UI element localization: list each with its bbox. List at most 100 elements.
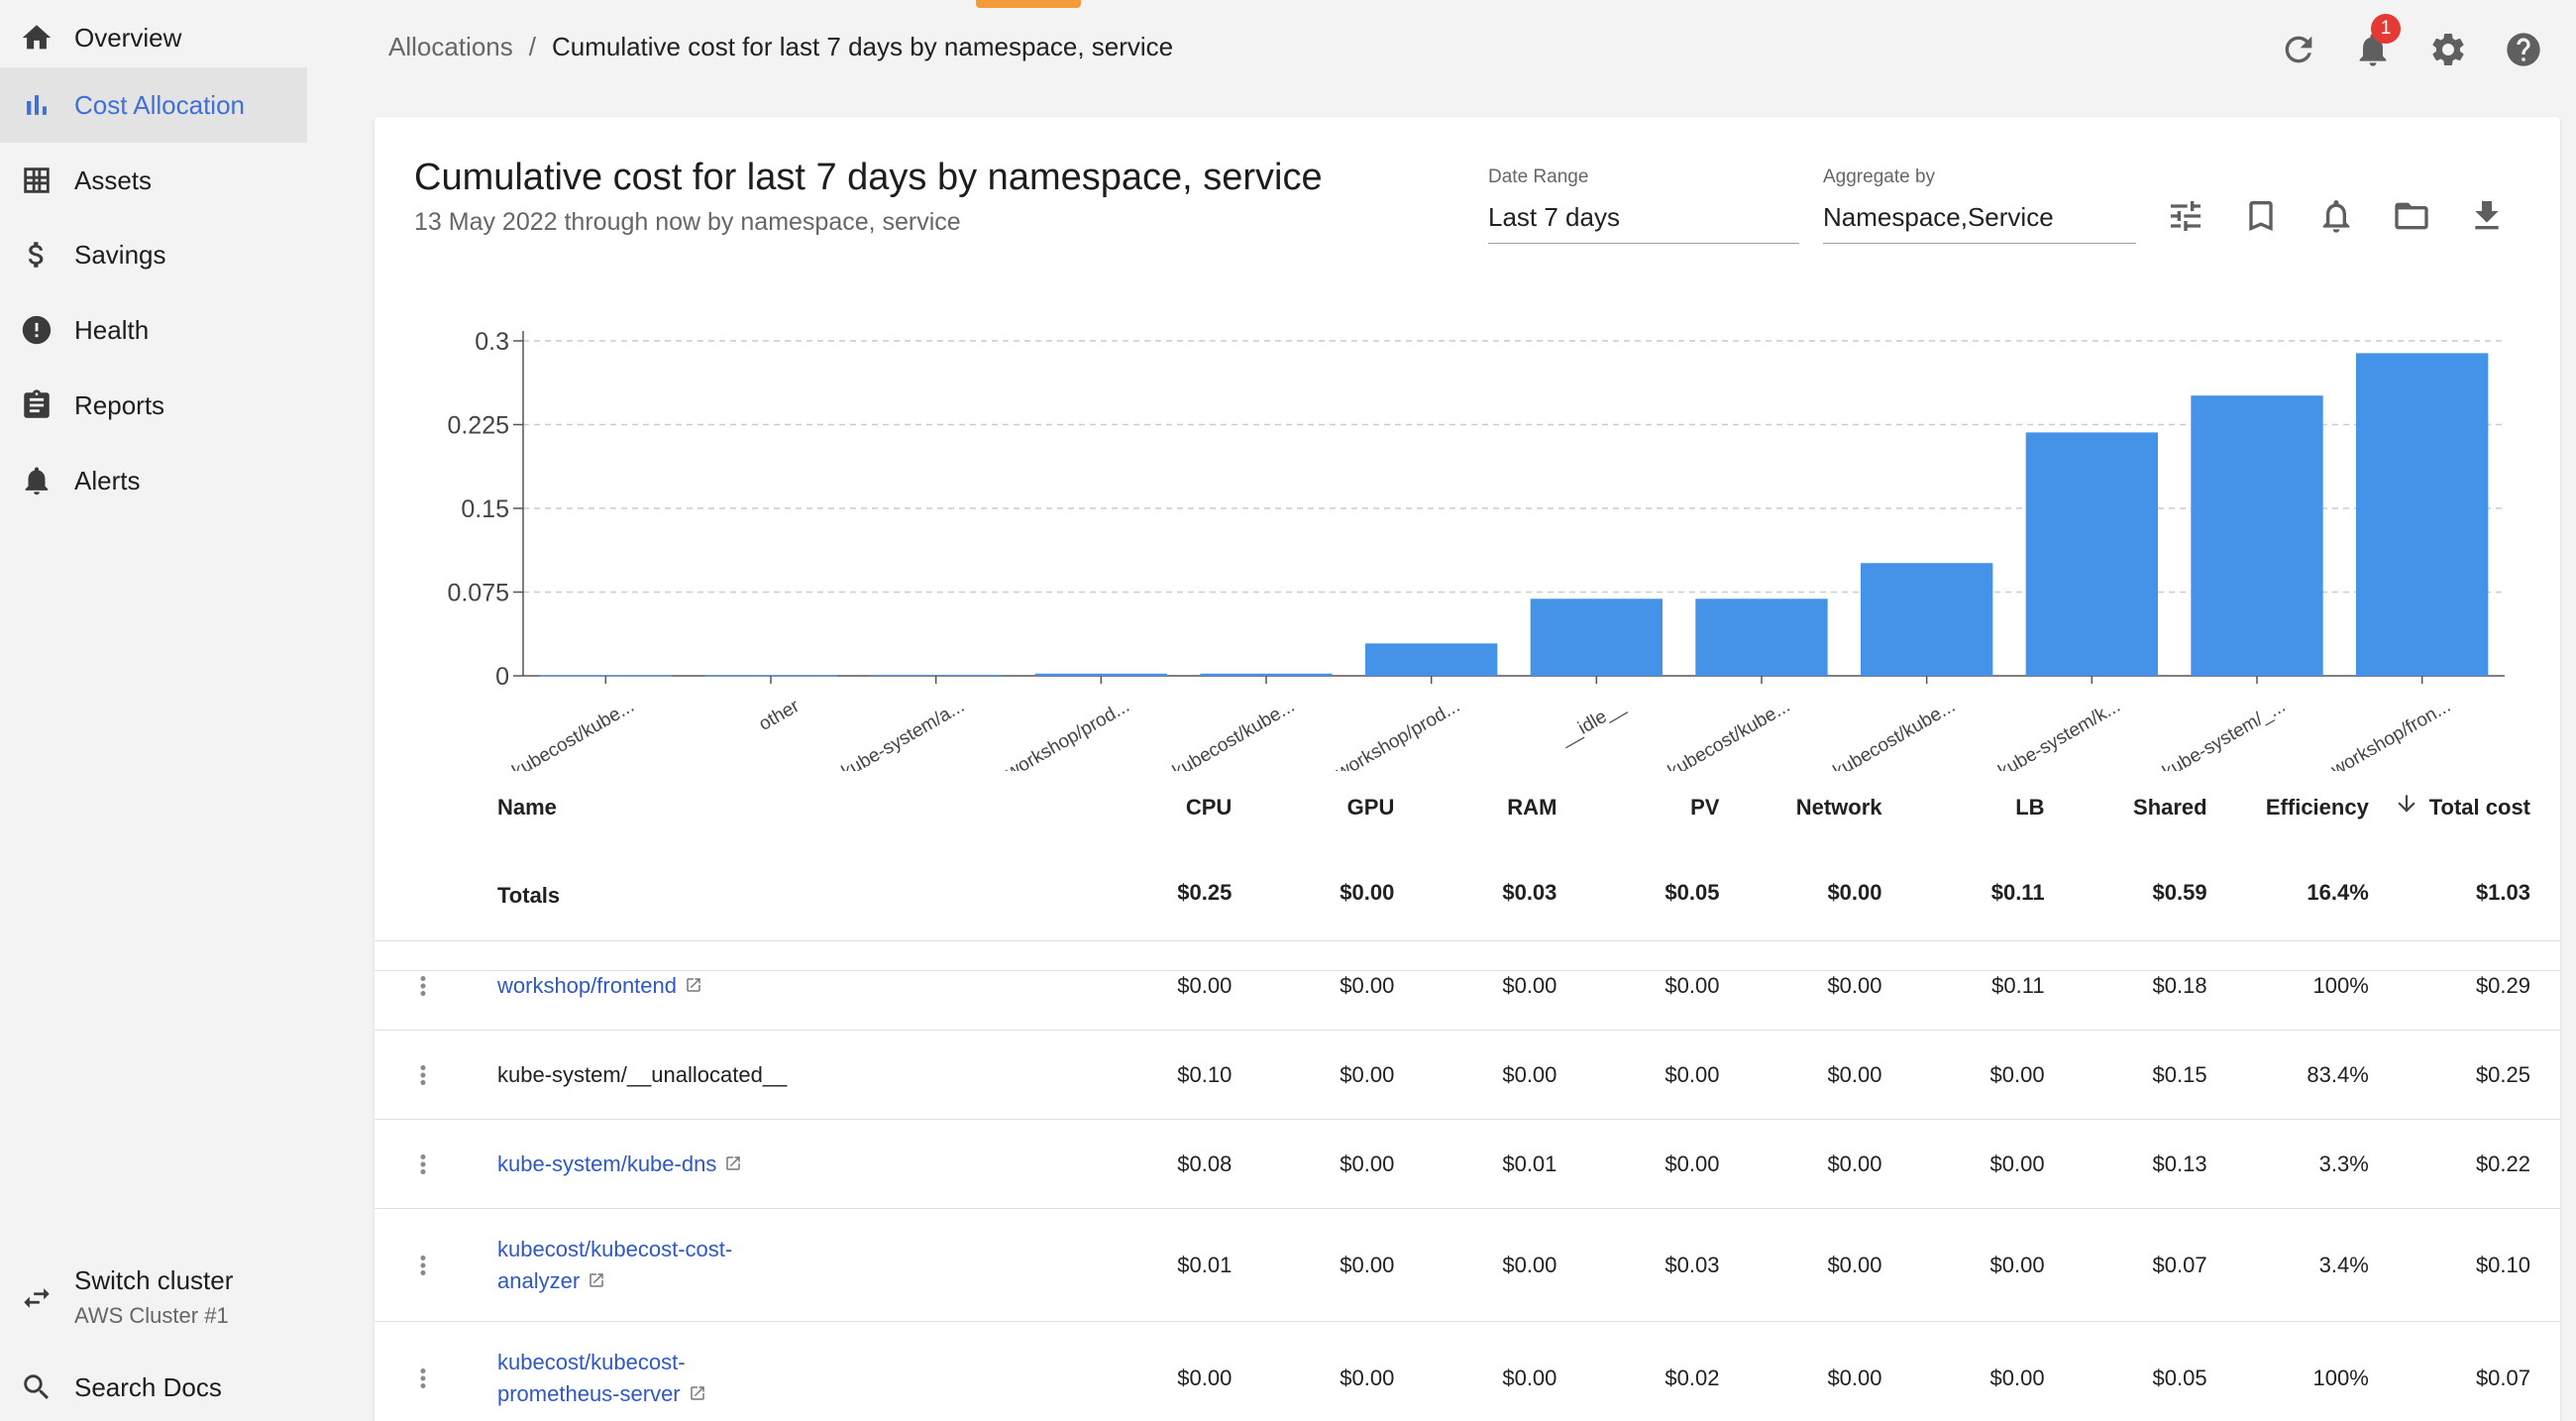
column-header-shared[interactable]: Shared: [2133, 795, 2207, 820]
totals-label: Totals: [497, 883, 561, 908]
row-name[interactable]: kubecost/kubecost-prometheus-server: [497, 1347, 706, 1410]
totals-cell: $1.03: [2475, 880, 2530, 905]
row-cell: $0.00: [1827, 973, 1882, 998]
row-cell: $0.00: [1827, 1253, 1882, 1277]
row-cell: 100%: [2312, 973, 2369, 998]
sidebar-item-savings[interactable]: Savings: [0, 217, 307, 292]
row-cell: $0.00: [1502, 1253, 1557, 1277]
column-header-ram[interactable]: RAM: [1507, 795, 1556, 820]
row-name-text: workshop/frontend: [497, 973, 677, 998]
chart-bar: [2356, 353, 2489, 676]
row-cell: $0.00: [1827, 1062, 1882, 1087]
row-cell: $0.00: [1340, 973, 1395, 998]
row-cell: $0.00: [1177, 1366, 1233, 1390]
sidebar-item-label: Overview: [74, 22, 182, 53]
row-cell: $0.00: [1502, 1062, 1557, 1087]
sidebar-item-cost-allocation[interactable]: Cost Allocation: [0, 67, 307, 143]
sidebar-item-reports[interactable]: Reports: [0, 368, 307, 443]
row-cell: $0.02: [1664, 1366, 1720, 1390]
column-header-network[interactable]: Network: [1796, 795, 1882, 820]
help-icon[interactable]: [2504, 30, 2543, 69]
row-cell: $0.00: [1989, 1062, 2045, 1087]
row-name-line: prometheus-server: [497, 1378, 706, 1410]
bell-icon: [20, 464, 54, 497]
row-name[interactable]: workshop/frontend: [497, 970, 702, 1002]
column-header-name[interactable]: Name: [497, 795, 557, 820]
chart-bar: [2191, 395, 2323, 676]
row-name-line: kubecost/kubecost-cost-: [497, 1234, 732, 1265]
row-cell: $0.18: [2152, 973, 2207, 998]
totals-cell: $0.00: [1340, 880, 1395, 905]
search-docs-button[interactable]: Search Docs: [0, 1350, 307, 1421]
external-link-icon[interactable]: [685, 971, 702, 992]
chart-bar: [1861, 563, 1993, 676]
row-cell: $0.00: [1664, 1062, 1720, 1087]
row-name[interactable]: kube-system/kube-dns: [497, 1148, 742, 1180]
refresh-icon[interactable]: [2279, 30, 2318, 69]
sidebar-item-label: Reports: [74, 389, 165, 420]
sidebar-item-alerts[interactable]: Alerts: [0, 443, 307, 518]
switch-cluster-button[interactable]: Switch cluster AWS Cluster #1: [0, 1254, 307, 1343]
chart-bar: [1530, 599, 1663, 676]
totals-row: Totals $0.25 $0.00 $0.03 $0.05 $0.00 $0.11 $0.5…: [375, 854, 2560, 941]
sidebar-item-label: Assets: [74, 164, 153, 195]
row-cell: $0.05: [2152, 1366, 2207, 1390]
external-link-icon[interactable]: [689, 1379, 706, 1400]
gear-icon[interactable]: [2428, 30, 2468, 69]
table-row[interactable]: kubecost/kubecost-prometheus-server $0.00…: [375, 1322, 2560, 1421]
arrow-down-icon[interactable]: [2394, 791, 2419, 817]
row-name-text: kube-system/__unallocated__: [497, 1062, 788, 1087]
notification-badge: 1: [2371, 14, 2401, 44]
row-cell: $0.01: [1502, 1151, 1557, 1176]
table-row[interactable]: kube-system/__unallocated__ $0.10 $0.00 $0.…: [375, 1031, 2560, 1120]
row-cell: $0.22: [2475, 1151, 2530, 1176]
sidebar: Overview Cost Allocation Assets Savings …: [0, 0, 307, 1421]
more-vert-icon[interactable]: [408, 1359, 438, 1398]
column-header-total-cost[interactable]: Total cost: [2429, 795, 2530, 820]
table-row[interactable]: kubecost/kubecost-cost-analyzer $0.01 $0.0…: [375, 1209, 2560, 1322]
more-vert-icon[interactable]: [408, 1055, 438, 1095]
row-cell: $0.00: [1177, 973, 1233, 998]
row-cell: $0.00: [1827, 1151, 1882, 1176]
row-name-line: kube-system/__unallocated__: [497, 1059, 787, 1091]
y-tick-label: 0.15: [461, 495, 509, 523]
row-cell: 3.4%: [2318, 1253, 2369, 1277]
y-tick-label: 0.3: [475, 328, 509, 356]
more-vert-icon[interactable]: [408, 966, 438, 1006]
breadcrumb-current: Cumulative cost for last 7 days by names…: [551, 32, 1174, 61]
column-header-lb[interactable]: LB: [2015, 795, 2044, 820]
row-cell: $0.10: [1177, 1062, 1233, 1087]
totals-cell: $0.05: [1664, 880, 1720, 905]
external-link-icon[interactable]: [724, 1149, 742, 1170]
sidebar-item-health[interactable]: Health: [0, 292, 307, 368]
column-header-pv[interactable]: PV: [1690, 795, 1719, 820]
column-header-cpu[interactable]: CPU: [1186, 795, 1232, 820]
search-icon: [20, 1370, 54, 1404]
row-name-text: prometheus-server: [497, 1381, 681, 1406]
row-cell: $0.00: [1340, 1062, 1395, 1087]
y-tick-label: 0.075: [447, 580, 509, 607]
sidebar-item-label: Savings: [74, 239, 166, 270]
report-card: Cumulative cost for last 7 days by names…: [375, 117, 2560, 1421]
sidebar-item-overview[interactable]: Overview: [0, 0, 307, 75]
table-row[interactable]: workshop/frontend $0.00 $0.00 $0.00 $0.00 $0.…: [375, 941, 2560, 1031]
row-cell: $0.00: [1340, 1366, 1395, 1390]
home-icon: [20, 21, 54, 55]
table-row[interactable]: kube-system/kube-dns $0.08 $0.00 $0.01 $0.00…: [375, 1120, 2560, 1209]
sidebar-item-assets[interactable]: Assets: [0, 143, 307, 218]
column-header-efficiency[interactable]: Efficiency: [2266, 795, 2369, 820]
more-vert-icon[interactable]: [408, 1246, 438, 1285]
external-link-icon[interactable]: [588, 1266, 605, 1287]
totals-cell: $0.03: [1502, 880, 1557, 905]
breadcrumb-allocations-link[interactable]: Allocations: [388, 32, 513, 62]
row-cell: $0.08: [1177, 1151, 1233, 1176]
chart-bar: [1200, 673, 1333, 676]
column-header-gpu[interactable]: GPU: [1347, 795, 1395, 820]
chart-bar: [1365, 643, 1498, 676]
row-name[interactable]: kubecost/kubecost-cost-analyzer: [497, 1234, 732, 1297]
swap-icon: [20, 1281, 54, 1315]
row-cell: $0.00: [1340, 1151, 1395, 1176]
cluster-name: AWS Cluster #1: [74, 1303, 229, 1328]
row-cell: $0.00: [1827, 1366, 1882, 1390]
more-vert-icon[interactable]: [408, 1145, 438, 1184]
